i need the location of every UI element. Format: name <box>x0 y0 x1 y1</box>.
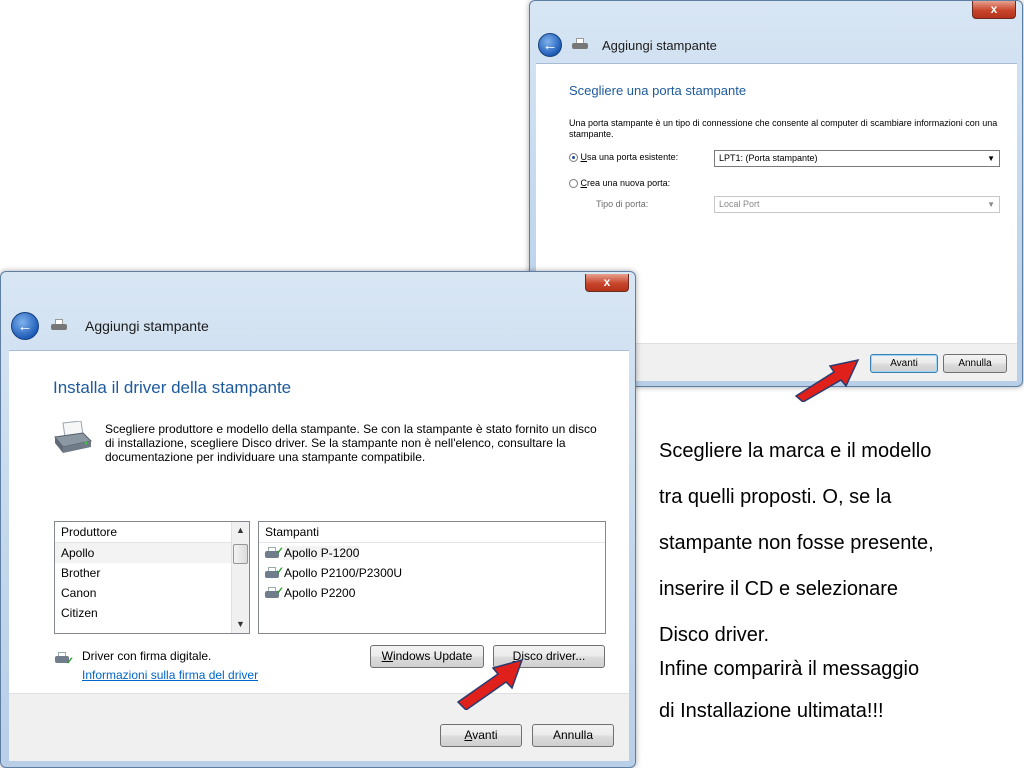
scroll-thumb[interactable] <box>233 544 248 564</box>
text-line: di Installazione ultimata!!! <box>659 700 884 722</box>
radio-new-port[interactable]: Crea una nuova porta: <box>569 178 671 189</box>
printer-icon <box>51 319 67 333</box>
existing-port-value: LPT1: (Porta stampante) <box>719 153 818 163</box>
text-line: stampante non fosse presente, <box>659 532 934 554</box>
title-bar: ← Aggiungi stampante <box>11 312 209 340</box>
list-item[interactable]: ✓ Apollo P2200 <box>259 583 605 603</box>
red-arrow-pointer <box>794 358 860 402</box>
text-line: Disco driver. <box>659 624 770 646</box>
printer-icon <box>54 421 93 453</box>
port-description: Una porta stampante è un tipo di conness… <box>569 118 998 139</box>
scroll-down-icon[interactable]: ▼ <box>232 616 249 633</box>
explanation-text: Scegliere la marca e il modello tra quel… <box>659 428 1019 734</box>
scroll-up-icon[interactable]: ▲ <box>232 522 249 539</box>
close-button[interactable]: x <box>585 274 629 292</box>
signature-info-link[interactable]: Informazioni sulla firma del driver <box>82 668 258 682</box>
dropdown-arrow-icon: ▼ <box>987 200 995 209</box>
list-item[interactable]: Apollo <box>55 543 249 563</box>
red-arrow-pointer <box>456 658 524 710</box>
printer-driver-icon: ✓ <box>265 586 284 600</box>
page-heading: Installa il driver della stampante <box>53 378 292 397</box>
printer-driver-icon: ✓ <box>265 566 284 580</box>
text-line: Infine comparirà il messaggio <box>659 658 920 680</box>
text-line: inserire il CD e selezionare <box>659 578 898 600</box>
dropdown-arrow-icon: ▼ <box>987 154 995 163</box>
wizard-content: Installa il driver della stampante Scegl… <box>9 350 629 693</box>
next-button[interactable]: Avanti <box>870 354 938 373</box>
page-heading: Scegliere una porta stampante <box>569 83 747 98</box>
list-item[interactable]: Citizen <box>55 603 249 623</box>
next-button[interactable]: Avanti <box>440 724 522 747</box>
printers-header[interactable]: Stampanti <box>259 522 605 543</box>
port-type-value: Local Port <box>719 199 760 209</box>
list-item[interactable]: ✓ Apollo P-1200 <box>259 543 605 563</box>
printer-model-label: Apollo P2200 <box>284 586 356 600</box>
port-type-select: Local Port ▼ <box>714 196 1000 213</box>
manufacturer-header[interactable]: Produttore <box>55 522 249 543</box>
radio-new-label: Crea una nuova porta: <box>580 178 671 188</box>
wizard-footer: Avanti Annulla <box>9 693 629 761</box>
manufacturer-list[interactable]: Produttore Apollo Brother Canon Citizen … <box>54 521 250 634</box>
close-button[interactable]: x <box>972 1 1016 19</box>
printer-model-label: Apollo P-1200 <box>284 546 360 560</box>
printer-driver-icon: ✓ <box>265 546 284 560</box>
add-printer-driver-window: x ← Aggiungi stampante Installa il drive… <box>0 271 636 768</box>
printer-icon <box>572 38 588 52</box>
back-arrow-icon[interactable]: ← <box>11 312 39 340</box>
signed-driver-icon: ✓ <box>55 652 74 667</box>
printer-model-label: Apollo P2100/P2300U <box>284 566 403 580</box>
cancel-button[interactable]: Annulla <box>943 354 1007 373</box>
port-type-label: Tipo di porta: <box>596 199 649 209</box>
printer-list[interactable]: Stampanti ✓ Apollo P-1200 ✓ Apollo P2100/P… <box>258 521 606 634</box>
list-item[interactable]: Brother <box>55 563 249 583</box>
cancel-button[interactable]: Annulla <box>532 724 614 747</box>
list-item[interactable]: ✓ Apollo P2100/P2300U <box>259 563 605 583</box>
window-title: Aggiungi stampante <box>602 37 717 53</box>
driver-description: Scegliere produttore e modello della sta… <box>105 422 597 464</box>
radio-button[interactable] <box>569 179 578 189</box>
window-title: Aggiungi stampante <box>85 318 209 334</box>
radio-existing-label: Usa una porta esistente: <box>580 152 679 162</box>
radio-button-selected[interactable] <box>569 153 578 163</box>
back-arrow-icon[interactable]: ← <box>538 33 562 57</box>
text-line: Scegliere la marca e il modello <box>659 440 932 462</box>
title-bar: ← Aggiungi stampante <box>538 33 717 57</box>
signed-driver-text: Driver con firma digitale. <box>82 649 212 663</box>
text-line: tra quelli proposti. O, se la <box>659 486 892 508</box>
scrollbar[interactable]: ▲ ▼ <box>231 522 249 633</box>
radio-existing-port[interactable]: Usa una porta esistente: <box>569 152 679 163</box>
list-item[interactable]: Canon <box>55 583 249 603</box>
existing-port-select[interactable]: LPT1: (Porta stampante) ▼ <box>714 150 1000 167</box>
